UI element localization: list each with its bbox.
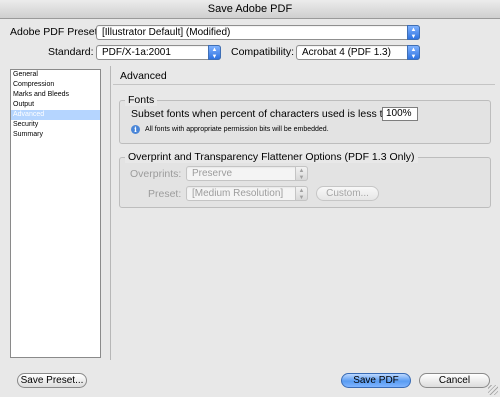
save-pdf-button[interactable]: Save PDF	[341, 373, 411, 388]
overprints-value: Preserve	[192, 168, 233, 179]
compatibility-label: Compatibility:	[231, 46, 295, 58]
overprint-legend: Overprint and Transparency Flattener Opt…	[125, 151, 418, 163]
sidebar-item-security[interactable]: Security	[11, 120, 100, 130]
preset-dropdown[interactable]: [Illustrator Default] (Modified) ▲ ▼	[96, 25, 420, 40]
preset-label: Adobe PDF Preset:	[10, 26, 101, 38]
panel-title: Advanced	[120, 70, 167, 82]
fonts-legend: Fonts	[125, 94, 158, 106]
cancel-button[interactable]: Cancel	[419, 373, 490, 388]
dropdown-arrows-icon: ▲ ▼	[295, 166, 308, 181]
sidebar-item-general[interactable]: General	[11, 70, 100, 80]
sidebar-item-advanced[interactable]: Advanced	[11, 110, 100, 120]
overprints-dropdown[interactable]: Preserve ▲ ▼	[186, 166, 308, 181]
flattener-preset-dropdown[interactable]: [Medium Resolution] ▲ ▼	[186, 186, 308, 201]
panel-title-divider	[113, 84, 495, 85]
fonts-group	[119, 100, 491, 144]
dropdown-arrows-icon: ▲ ▼	[407, 45, 420, 60]
sidebar-item-summary[interactable]: Summary	[11, 130, 100, 140]
standard-label: Standard:	[48, 46, 94, 58]
overprints-label: Overprints:	[130, 168, 182, 180]
preset-value: [Illustrator Default] (Modified)	[102, 27, 231, 38]
dropdown-arrows-icon: ▲ ▼	[407, 25, 420, 40]
standard-dropdown[interactable]: PDF/X-1a:2001 ▲ ▼	[96, 45, 221, 60]
compatibility-value: Acrobat 4 (PDF 1.3)	[302, 47, 391, 58]
sidebar-item-marks-and-bleeds[interactable]: Marks and Bleeds	[11, 90, 100, 100]
sidebar-item-compression[interactable]: Compression	[11, 80, 100, 90]
subset-fonts-label: Subset fonts when percent of characters …	[131, 108, 403, 120]
flattener-preset-value: [Medium Resolution]	[192, 188, 284, 199]
category-list[interactable]: General Compression Marks and Bleeds Out…	[10, 69, 101, 358]
dropdown-arrows-icon: ▲ ▼	[208, 45, 221, 60]
pane-divider	[110, 66, 111, 360]
resize-grip-icon[interactable]	[488, 385, 498, 395]
sidebar-item-output[interactable]: Output	[11, 100, 100, 110]
embed-info-text: All fonts with appropriate permission bi…	[145, 126, 329, 133]
save-preset-button[interactable]: Save Preset...	[17, 373, 87, 388]
preset-flattener-label: Preset:	[148, 188, 182, 200]
dropdown-arrows-icon: ▲ ▼	[295, 186, 308, 201]
compatibility-dropdown[interactable]: Acrobat 4 (PDF 1.3) ▲ ▼	[296, 45, 420, 60]
window-title: Save Adobe PDF	[0, 0, 500, 19]
subset-percent-field[interactable]: 100%	[382, 107, 418, 121]
standard-value: PDF/X-1a:2001	[102, 47, 171, 58]
info-icon: i	[131, 125, 140, 134]
custom-button[interactable]: Custom...	[316, 186, 379, 201]
